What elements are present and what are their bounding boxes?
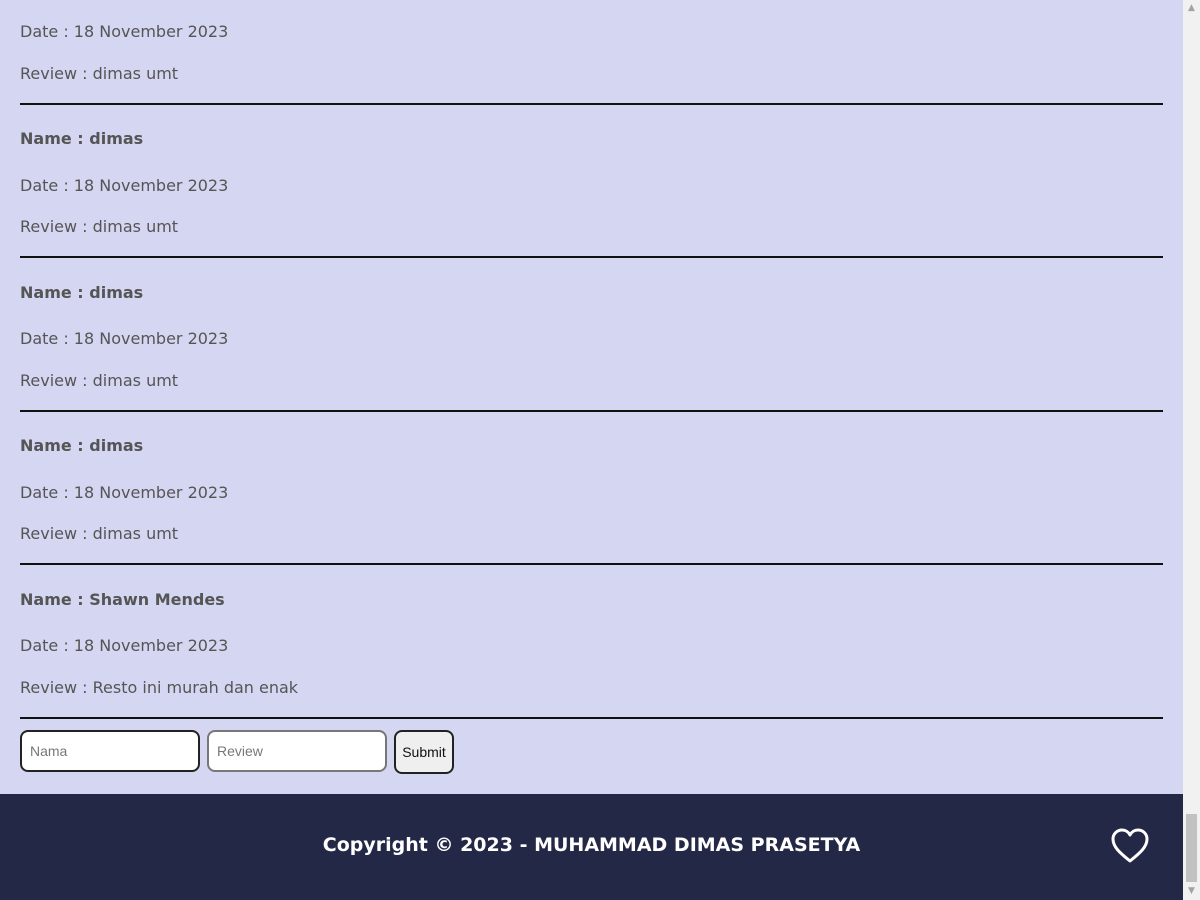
review-text: Review : dimas umt [20,371,179,390]
review-divider [20,256,1163,258]
review-name: Name : dimas [20,129,144,148]
review-date: Date : 18 November 2023 [20,483,229,502]
review-divider [20,563,1163,565]
review-date: Date : 18 November 2023 [20,176,229,195]
review-divider [20,410,1163,412]
footer: Copyright © 2023 - MUHAMMAD DIMAS PRASET… [0,794,1183,900]
page: Date : 18 November 2023 Review : dimas u… [0,0,1183,900]
review-divider [20,717,1163,719]
review-text: Review : dimas umt [20,524,179,543]
review-name: Name : dimas [20,436,144,455]
scrollbar-thumb[interactable] [1186,814,1197,882]
review-text: Review : dimas umt [20,64,179,83]
review-input[interactable] [207,730,387,772]
review-divider [20,103,1163,105]
name-input[interactable] [20,730,200,772]
submit-button[interactable]: Submit [394,730,454,774]
review-name: Name : Shawn Mendes [20,590,225,609]
scroll-down-arrow-icon[interactable]: ▼ [1183,883,1200,900]
review-name: Name : dimas [20,283,144,302]
vertical-scrollbar[interactable]: ▲ ▼ [1183,0,1200,900]
scroll-up-arrow-icon[interactable]: ▲ [1183,0,1200,17]
heart-icon[interactable] [1111,828,1149,864]
review-text: Review : dimas umt [20,217,179,236]
review-text: Review : Resto ini murah dan enak [20,678,299,697]
review-date: Date : 18 November 2023 [20,329,229,348]
copyright-text: Copyright © 2023 - MUHAMMAD DIMAS PRASET… [322,834,861,856]
review-date: Date : 18 November 2023 [20,22,229,41]
review-date: Date : 18 November 2023 [20,636,229,655]
